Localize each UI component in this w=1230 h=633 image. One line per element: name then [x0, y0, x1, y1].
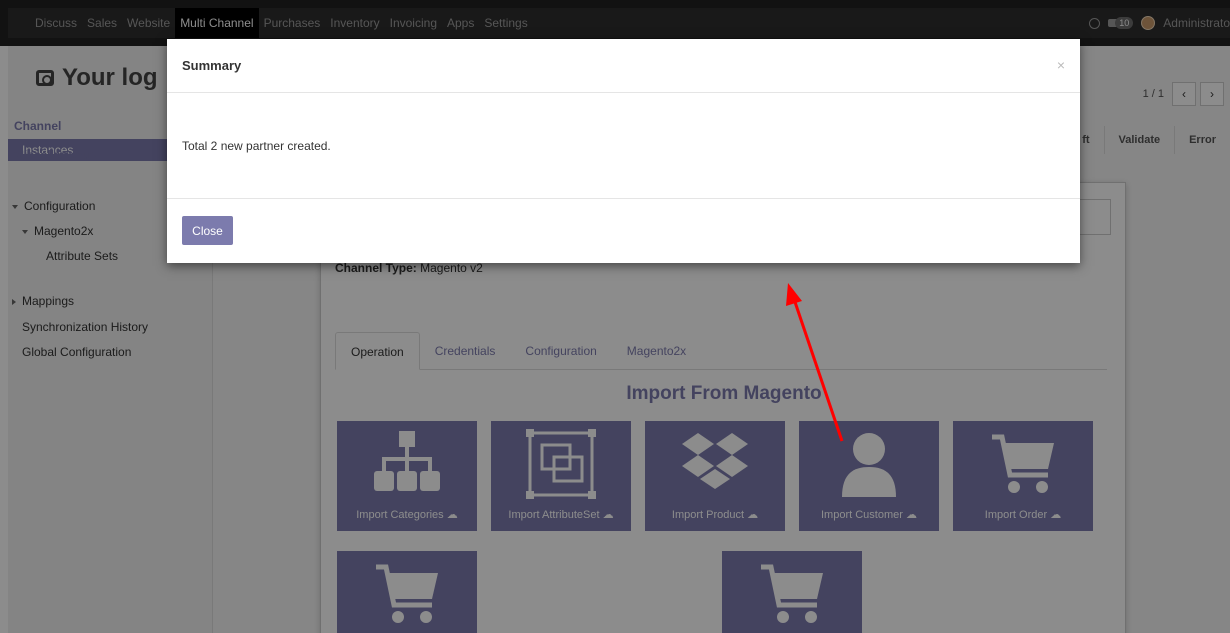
- dialog-footer: Close: [167, 199, 1080, 263]
- dialog-body: Total 2 new partner created.: [167, 93, 1080, 199]
- dialog-title: Summary: [182, 58, 242, 73]
- summary-dialog: Summary × Total 2 new partner created. C…: [167, 39, 1080, 263]
- close-button[interactable]: Close: [182, 216, 233, 245]
- close-icon[interactable]: ×: [1057, 57, 1065, 73]
- dialog-message: Total 2 new partner created.: [182, 139, 331, 153]
- dialog-header: Summary ×: [167, 39, 1080, 93]
